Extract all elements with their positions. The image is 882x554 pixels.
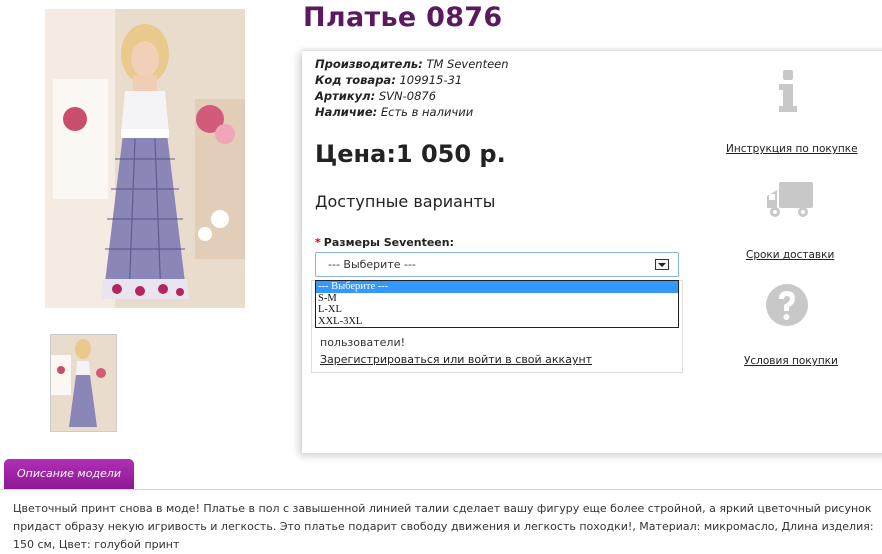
terms-link[interactable]: Условия покупки [744,355,838,367]
size-select[interactable]: --- Выберите --- [315,252,679,277]
product-price: Цена:1 050 р. [315,140,506,168]
size-dropdown-list[interactable]: --- Выберите --- S-M L-XL XXL-3XL [315,280,679,328]
size-option[interactable]: S-M [316,293,678,305]
product-thumbnail[interactable] [50,334,117,432]
required-mark: * [315,236,321,249]
tab-description[interactable]: Описание модели [4,459,134,489]
truck-icon[interactable] [765,180,815,222]
size-select-value: --- Выберите --- [328,258,416,271]
spec-label: Код товара: [315,73,396,87]
size-option[interactable]: --- Выберите --- [316,281,678,293]
spec-value: Есть в наличии [380,105,474,119]
size-select-label: * Размеры Seventeen: [315,236,454,249]
spec-label: Артикул: [315,89,376,103]
spec-availability: Наличие: Есть в наличии [315,105,473,119]
login-notice-text: пользователи! [320,336,406,349]
instruction-link[interactable]: Инструкция по покупке [726,143,858,155]
size-option[interactable]: XXL-3XL [316,316,678,328]
spec-value: SVN-0876 [378,89,437,103]
delivery-link[interactable]: Сроки доставки [746,249,834,261]
size-label-text: Размеры Seventeen: [323,236,454,249]
info-icon[interactable] [776,70,800,112]
spec-label: Наличие: [315,105,378,119]
register-login-link[interactable]: Зарегистрироваться или войти в свой акка… [320,353,592,366]
question-icon[interactable] [765,283,809,327]
spec-article: Артикул: SVN-0876 [315,89,436,103]
product-main-photo[interactable] [45,9,245,308]
product-description: Цветочный принт снова в моде! Платье в п… [13,502,874,551]
variants-title: Доступные варианты [315,192,496,211]
spec-manufacturer: Производитель: TM Seventeen [315,57,509,71]
spec-product-code: Код товара: 109915-31 [315,73,462,87]
tab-divider [0,489,882,490]
spec-value: 109915-31 [399,73,463,87]
spec-value: TM Seventeen [426,57,509,71]
product-title: Платье 0876 [303,2,503,33]
chevron-down-icon[interactable] [655,259,669,270]
size-option[interactable]: L-XL [316,304,678,316]
spec-label: Производитель: [315,57,423,71]
